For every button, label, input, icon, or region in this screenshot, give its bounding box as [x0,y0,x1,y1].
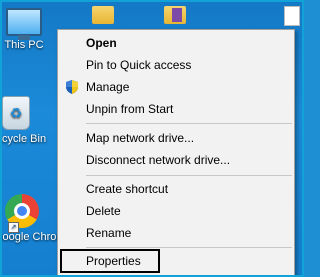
shortcut-arrow-icon: ↗ [8,222,19,233]
desktop-icon-recycle-bin[interactable]: ♻ Recycle Bin [2,96,47,146]
desktop-icon-google-chrome[interactable]: ↗ Google Chrome [2,194,72,244]
menu-separator [86,123,292,124]
menu-item-unpin-from-start[interactable]: Unpin from Start [60,98,292,120]
context-menu: Open Pin to Quick access Manage Unpin fr… [57,29,295,275]
menu-item-delete[interactable]: Delete [60,200,292,222]
desktop-icon-label: This PC [4,39,44,51]
chrome-icon: ↗ [2,194,50,233]
shield-icon [66,80,78,94]
menu-item-open[interactable]: Open [60,32,292,54]
menu-item-label: Manage [86,80,130,94]
folder-icon[interactable] [92,6,114,24]
menu-item-disconnect-network-drive[interactable]: Disconnect network drive... [60,149,292,171]
recycle-bin-icon: ♻ [2,96,44,130]
folder-icon[interactable] [164,6,186,24]
menu-item-map-network-drive[interactable]: Map network drive... [60,127,292,149]
menu-item-manage[interactable]: Manage [60,76,292,98]
this-pc-icon [2,8,52,40]
desktop-icon-this-pc[interactable]: This PC [2,8,52,52]
screenshot-frame: This PC ♻ Recycle Bin ↗ Google Chrome Op… [0,0,304,277]
desktop-icon-label: Recycle Bin [2,133,47,145]
file-icon[interactable] [284,6,300,26]
menu-item-create-shortcut[interactable]: Create shortcut [60,178,292,200]
menu-item-properties[interactable]: Properties [60,250,292,272]
menu-separator [86,247,292,248]
menu-separator [86,175,292,176]
menu-item-pin-to-quick-access[interactable]: Pin to Quick access [60,54,292,76]
menu-item-rename[interactable]: Rename [60,222,292,244]
